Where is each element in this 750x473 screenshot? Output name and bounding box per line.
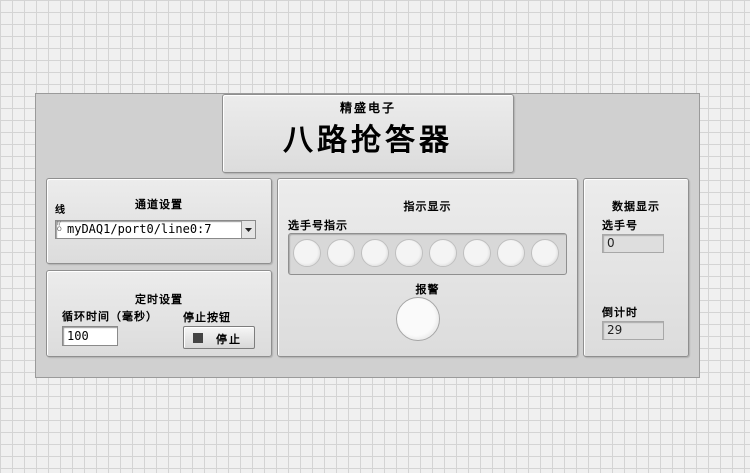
player-4-led: [395, 239, 423, 267]
player-3-led: [361, 239, 389, 267]
player-number-label: 选手号: [602, 219, 638, 232]
stop-led-icon: [193, 333, 203, 343]
loop-time-label: 循环时间（毫秒）: [62, 310, 158, 323]
player-6-led: [463, 239, 491, 267]
channel-settings-heading: 通道设置: [135, 198, 183, 211]
countdown-label: 倒计时: [602, 306, 638, 319]
timer-settings-group: 定时设置 循环时间（毫秒） 100 停止按钮 停止: [46, 270, 272, 357]
triangle-down-icon: [245, 228, 252, 232]
stop-button[interactable]: 停止: [183, 326, 255, 349]
data-display-heading: 数据显示: [612, 200, 660, 213]
alarm-led: [396, 297, 440, 341]
timer-settings-heading: 定时设置: [135, 293, 183, 306]
player-7-led: [497, 239, 525, 267]
player-indicator-label: 选手号指示: [288, 219, 348, 232]
data-display-group: 数据显示 选手号 0 倒计时 29: [583, 178, 689, 357]
indicator-group: 指示显示 选手号指示 报警: [277, 178, 578, 357]
stop-button-label-text: 停止: [216, 333, 242, 346]
player-5-led: [429, 239, 457, 267]
physical-channel-value: myDAQ1/port0/line0:7: [67, 222, 212, 236]
player-number-indicator: 0: [602, 234, 664, 253]
alarm-label: 报警: [415, 283, 440, 296]
dropdown-button[interactable]: [241, 221, 255, 238]
channel-settings-group: 通道设置 线 I/O myDAQ1/port0/line0:7: [46, 178, 272, 264]
physical-channel-control[interactable]: I/O myDAQ1/port0/line0:7: [55, 220, 256, 239]
front-panel: 精盛电子 八路抢答器 通道设置 线 I/O myDAQ1/port0/line0…: [35, 93, 700, 378]
stop-button-label: 停止按钮: [183, 311, 231, 324]
indicator-heading: 指示显示: [403, 200, 452, 213]
company-subtitle: 精盛电子: [339, 101, 396, 115]
player-1-led: [293, 239, 321, 267]
player-8-led: [531, 239, 559, 267]
player-led-array: [288, 233, 567, 275]
player-2-led: [327, 239, 355, 267]
loop-time-input[interactable]: 100: [62, 326, 118, 346]
line-label: 线: [55, 205, 66, 216]
io-name-icon: I/O: [57, 220, 62, 233]
title-box: 精盛电子 八路抢答器: [222, 94, 514, 173]
countdown-indicator: 29: [602, 321, 664, 340]
app-title: 八路抢答器: [283, 123, 453, 158]
